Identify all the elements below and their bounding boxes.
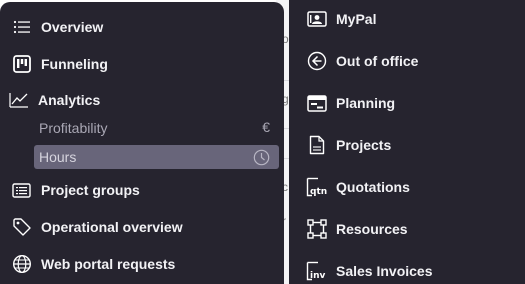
menu-item-label: Resources bbox=[336, 221, 408, 237]
submenu-item-hours[interactable]: Hours bbox=[34, 145, 279, 169]
submenu-item-label: Hours bbox=[39, 149, 77, 165]
menu-item-label: Quotations bbox=[336, 179, 410, 195]
menu-item-label: MyPal bbox=[336, 11, 377, 27]
arrow-left-circle-icon bbox=[306, 50, 328, 72]
submenu-item-profitability[interactable]: Profitability € bbox=[34, 116, 279, 140]
clock-icon bbox=[253, 149, 270, 166]
menu-item-mypal[interactable]: MyPal bbox=[289, 4, 525, 34]
menu-item-analytics[interactable]: Analytics bbox=[0, 85, 284, 115]
menu-item-project-groups[interactable]: Project groups bbox=[0, 175, 284, 205]
globe-icon bbox=[11, 254, 32, 275]
menu-item-label: Projects bbox=[336, 137, 392, 153]
menu-item-label: Web portal requests bbox=[41, 256, 176, 272]
menu-item-label: Overview bbox=[41, 19, 104, 35]
menu-item-projects[interactable]: Projects bbox=[289, 130, 525, 160]
document-icon bbox=[306, 134, 328, 156]
menu-item-label: Funneling bbox=[41, 56, 108, 72]
folder-list-icon bbox=[11, 180, 32, 201]
quotation-icon-text: qtn bbox=[310, 187, 327, 197]
menu-item-planning[interactable]: Planning bbox=[289, 88, 525, 118]
menu-item-label: Out of office bbox=[336, 53, 419, 69]
menu-item-out-of-office[interactable]: Out of office bbox=[289, 46, 525, 76]
menu-item-label: Planning bbox=[336, 95, 396, 111]
kanban-icon bbox=[11, 54, 32, 75]
trend-line-icon bbox=[8, 90, 29, 111]
main-navigation-menu: Overview Funneling Analytics Profitabili… bbox=[0, 2, 284, 284]
contact-card-icon bbox=[306, 8, 328, 30]
menu-item-label: Sales Invoices bbox=[336, 263, 433, 279]
euro-icon: € bbox=[262, 119, 270, 135]
invoice-icon: inv bbox=[306, 260, 328, 282]
menu-item-web-portal-requests[interactable]: Web portal requests bbox=[0, 249, 284, 279]
menu-item-quotations[interactable]: qtn Quotations bbox=[289, 172, 525, 202]
quotation-icon: qtn bbox=[306, 176, 328, 198]
resources-icon bbox=[306, 218, 328, 240]
invoice-icon-text: inv bbox=[310, 271, 325, 281]
menu-item-sales-invoices[interactable]: inv Sales Invoices bbox=[289, 256, 525, 284]
menu-item-operational-overview[interactable]: Operational overview bbox=[0, 212, 284, 242]
submenu-item-label: Profitability bbox=[39, 120, 108, 136]
secondary-navigation-menu: MyPal Out of office Planning Projects qt… bbox=[289, 0, 525, 284]
list-icon bbox=[11, 17, 32, 38]
tag-icon bbox=[11, 217, 32, 238]
menu-item-funneling[interactable]: Funneling bbox=[0, 49, 284, 79]
menu-item-label: Operational overview bbox=[41, 219, 183, 235]
menu-item-resources[interactable]: Resources bbox=[289, 214, 525, 244]
menu-item-overview[interactable]: Overview bbox=[0, 12, 284, 42]
calendar-icon bbox=[306, 92, 328, 114]
menu-item-label: Analytics bbox=[38, 92, 101, 108]
menu-item-label: Project groups bbox=[41, 182, 140, 198]
